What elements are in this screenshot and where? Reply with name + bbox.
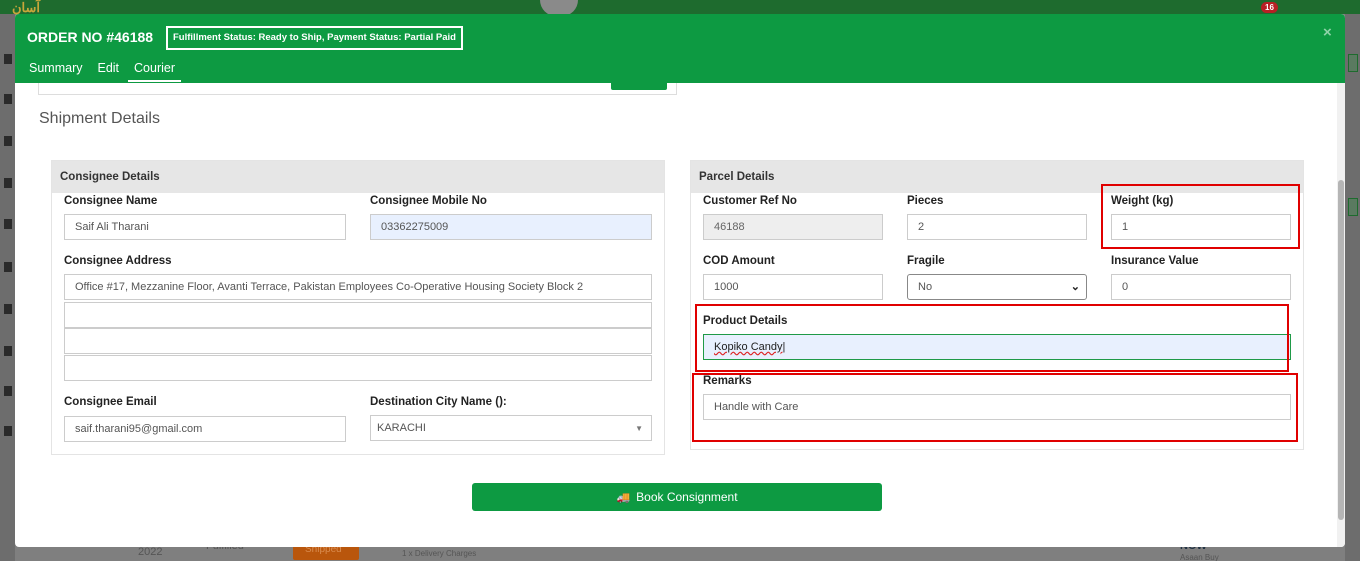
sidebar-icon: [4, 262, 12, 272]
background-sidebar: [0, 14, 15, 561]
row-item: 1 x Delivery Charges: [402, 549, 477, 558]
insurance-value-label: Insurance Value: [1111, 255, 1199, 267]
sidebar-icon: [4, 178, 12, 188]
fragile-value: No: [918, 281, 933, 293]
customer-ref-input[interactable]: 46188: [703, 214, 883, 240]
consignee-mobile-label: Consignee Mobile No: [370, 195, 487, 207]
sidebar-icon: [4, 219, 12, 229]
modal-body: Shipment Details Consignee Details Consi…: [15, 83, 1345, 547]
highlight-remarks: [692, 373, 1298, 442]
sidebar-icon: [4, 94, 12, 104]
row-year: 2022: [138, 546, 163, 558]
consignee-heading: Consignee Details: [52, 161, 664, 193]
consignee-address-line-2[interactable]: [64, 302, 652, 328]
highlight-weight: [1101, 184, 1300, 249]
sidebar-icon: [4, 346, 12, 356]
consignee-mobile-input[interactable]: 03362275009: [370, 214, 652, 240]
background-widget: [1348, 54, 1358, 72]
insurance-value-input[interactable]: 0: [1111, 274, 1291, 300]
scrollbar-thumb[interactable]: [1338, 180, 1344, 520]
order-title: ORDER NO #46188: [27, 29, 154, 45]
modal-tabs: Summary Edit Courier: [23, 59, 184, 82]
modal-header: ORDER NO #46188 Fulfillment Status: Read…: [15, 14, 1345, 83]
customer-ref-label: Customer Ref No: [703, 195, 797, 207]
sidebar-icon: [4, 136, 12, 146]
destination-city-value: KARACHI: [377, 422, 426, 434]
book-consignment-label: Book Consignment: [636, 490, 738, 504]
consignee-address-line-1[interactable]: Office #17, Mezzanine Floor, Avanti Terr…: [64, 274, 652, 300]
consignee-panel: Consignee Details Consignee Name Saif Al…: [51, 160, 665, 455]
sidebar-icon: [4, 304, 12, 314]
cod-amount-input[interactable]: 1000: [703, 274, 883, 300]
consignee-address-line-4[interactable]: [64, 355, 652, 381]
sidebar-icon: [4, 386, 12, 396]
section-title: Shipment Details: [39, 110, 160, 127]
consignee-name-input[interactable]: Saif Ali Tharani: [64, 214, 346, 240]
truck-icon: 🚚: [616, 492, 631, 504]
order-status-box: Fulfillment Status: Ready to Ship, Payme…: [166, 26, 463, 50]
sidebar-icon: [4, 426, 12, 436]
fragile-select[interactable]: No ⌄: [907, 274, 1087, 300]
order-modal: ORDER NO #46188 Fulfillment Status: Read…: [15, 14, 1345, 547]
row-brand: Asaan Buy: [1180, 553, 1219, 561]
background-right-column: [1345, 14, 1360, 561]
tab-summary[interactable]: Summary: [23, 59, 88, 82]
cod-amount-label: COD Amount: [703, 255, 775, 267]
tab-edit[interactable]: Edit: [91, 59, 125, 82]
pieces-label: Pieces: [907, 195, 944, 207]
background-topbar: [0, 0, 1360, 14]
consignee-name-label: Consignee Name: [64, 195, 158, 207]
highlight-product-details: [695, 304, 1289, 372]
previous-section-button[interactable]: [611, 83, 667, 90]
tab-courier[interactable]: Courier: [128, 59, 182, 82]
consignee-email-label: Consignee Email: [64, 396, 157, 408]
background-widget: [1348, 198, 1358, 216]
pieces-input[interactable]: 2: [907, 214, 1087, 240]
chevron-down-icon: ⌄: [1070, 281, 1080, 293]
consignee-address-label: Consignee Address: [64, 255, 172, 267]
close-icon[interactable]: ×: [1323, 24, 1332, 41]
fragile-label: Fragile: [907, 255, 945, 267]
book-consignment-button[interactable]: 🚚 Book Consignment: [472, 483, 882, 511]
notification-badge: 16: [1261, 2, 1278, 13]
destination-city-label: Destination City Name ():: [370, 396, 507, 408]
dropdown-caret-icon: ▼: [635, 424, 643, 433]
sidebar-icon: [4, 54, 12, 64]
previous-section-box: [38, 83, 677, 95]
consignee-email-input[interactable]: saif.tharani95@gmail.com: [64, 416, 346, 442]
destination-city-select[interactable]: KARACHI ▼: [370, 415, 652, 441]
consignee-address-line-3[interactable]: [64, 328, 652, 354]
